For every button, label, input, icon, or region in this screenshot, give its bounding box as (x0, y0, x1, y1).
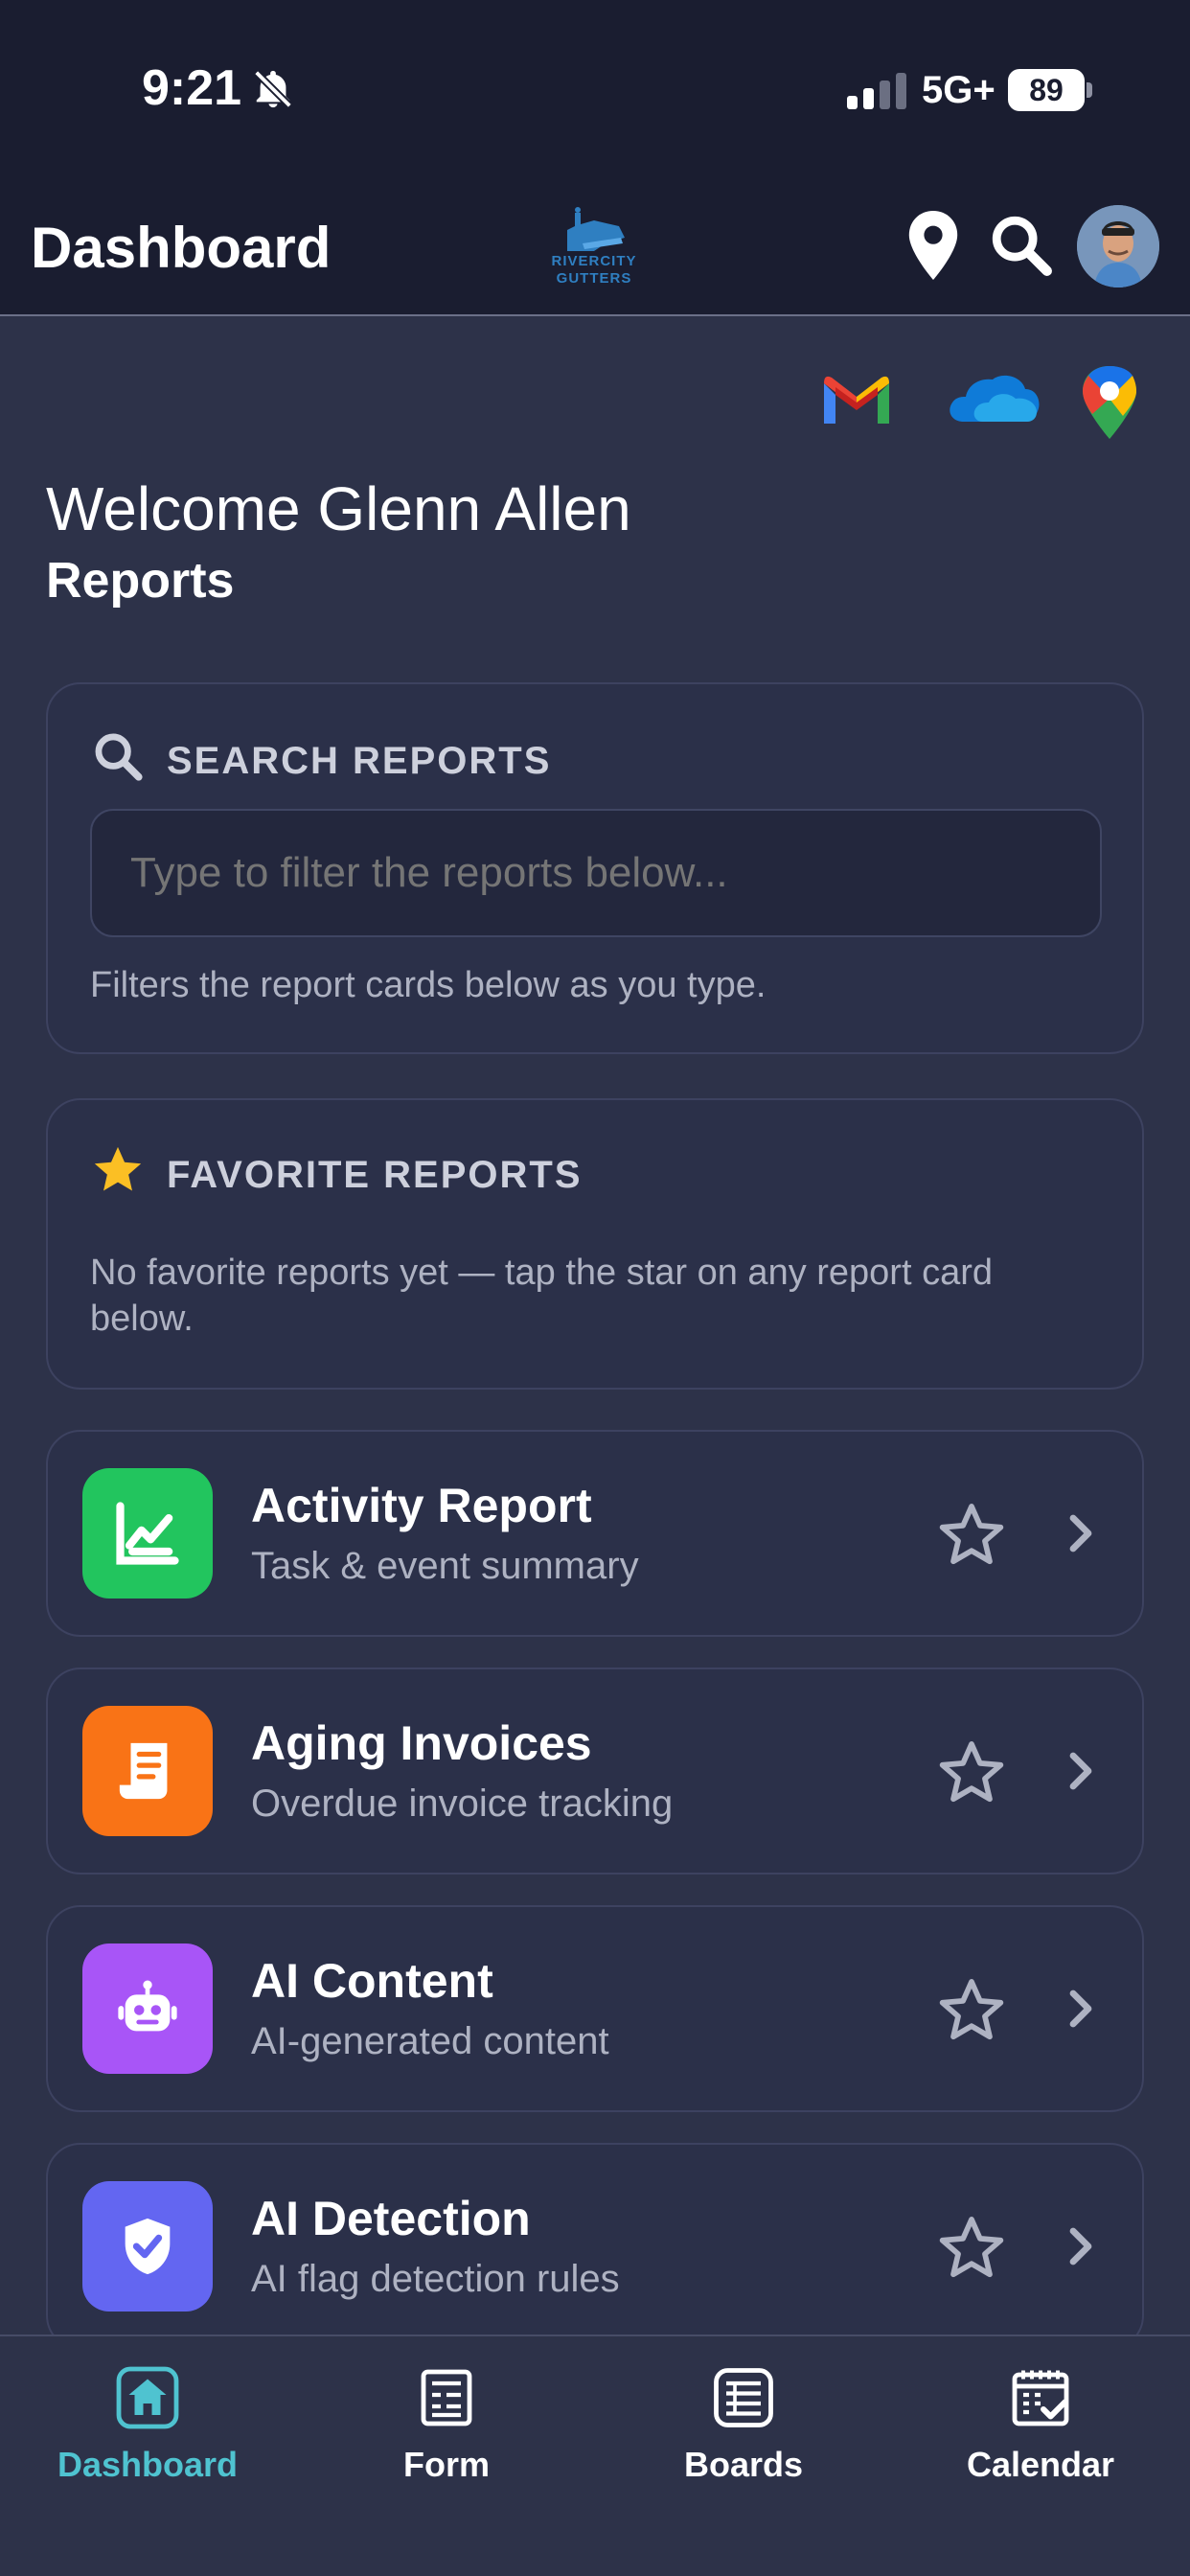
report-subtitle: Overdue invoice tracking (251, 1782, 674, 1825)
report-card-aging-invoices[interactable]: Aging Invoices Overdue invoice tracking (46, 1668, 1144, 1874)
app-header: Dashboard RIVERCITY GUTTERS (0, 172, 1190, 316)
report-title: AI Content (251, 1954, 493, 2008)
tab-boards[interactable]: Boards (629, 2363, 858, 2485)
favorite-star-icon[interactable] (935, 2212, 1008, 2289)
page-title: Dashboard (31, 216, 332, 280)
tab-label: Dashboard (57, 2445, 239, 2484)
network-type: 5G+ (922, 69, 995, 111)
robot-icon (82, 1944, 213, 2074)
battery-indicator: 89 (1008, 69, 1085, 111)
tab-label: Calendar (966, 2445, 1115, 2484)
search-hint: Filters the report cards below as you ty… (90, 965, 767, 1005)
report-card-ai-content[interactable]: AI Content AI-generated content (46, 1905, 1144, 2112)
chevron-right-icon[interactable] (1056, 2223, 1102, 2274)
bottom-tab-bar: Dashboard Form Boards Calendar (0, 2334, 1190, 2576)
logo-line-1: RIVERCITY (551, 253, 637, 269)
report-subtitle: AI flag detection rules (251, 2258, 620, 2300)
battery-level: 89 (1029, 72, 1064, 107)
favorite-reports-panel: FAVORITE REPORTS No favorite reports yet… (46, 1098, 1144, 1390)
tab-label: Form (403, 2445, 490, 2484)
shield-check-icon (82, 2181, 213, 2312)
calendar-icon (1006, 2370, 1075, 2436)
chevron-right-icon[interactable] (1056, 1748, 1102, 1799)
location-pin-icon[interactable] (904, 211, 962, 285)
logo-text: RIVERCITY GUTTERS (546, 253, 642, 288)
chevron-right-icon[interactable] (1056, 1510, 1102, 1561)
search-icon (90, 728, 146, 794)
user-avatar[interactable] (1077, 205, 1159, 288)
quick-links (822, 360, 1148, 448)
company-logo[interactable]: RIVERCITY GUTTERS (546, 205, 642, 291)
receipt-icon (82, 1706, 213, 1836)
report-filter-input[interactable] (90, 809, 1102, 937)
tab-label: Boards (683, 2445, 804, 2484)
report-title: AI Detection (251, 2192, 531, 2245)
favorite-star-icon[interactable] (935, 1736, 1008, 1814)
tab-dashboard[interactable]: Dashboard (33, 2363, 263, 2485)
bell-muted-icon (251, 67, 295, 116)
search-panel-header: SEARCH REPORTS (90, 728, 551, 794)
report-subtitle: Task & event summary (251, 1545, 639, 1587)
search-reports-panel: SEARCH REPORTS Filters the report cards … (46, 682, 1144, 1054)
boards-icon (709, 2368, 778, 2436)
welcome-message: Welcome Glenn Allen (46, 474, 631, 543)
tab-form[interactable]: Form (332, 2363, 561, 2485)
favorite-star-icon[interactable] (935, 1499, 1008, 1576)
status-time: 9:21 (142, 60, 242, 116)
home-icon (113, 2366, 182, 2436)
chevron-right-icon[interactable] (1056, 1986, 1102, 2036)
favorites-empty-text: No favorite reports yet — tap the star o… (90, 1253, 994, 1339)
favorite-star-icon[interactable] (935, 1974, 1008, 2052)
cellular-signal-icon (847, 71, 906, 109)
favorites-panel-header: FAVORITE REPORTS (90, 1142, 583, 1208)
search-panel-heading: SEARCH REPORTS (167, 739, 552, 782)
battery-tip (1087, 82, 1092, 98)
section-title: Reports (46, 553, 235, 609)
report-title: Aging Invoices (251, 1716, 592, 1770)
chart-line-icon (82, 1468, 213, 1598)
report-title: Activity Report (251, 1479, 592, 1532)
favorites-panel-heading: FAVORITE REPORTS (167, 1153, 583, 1196)
logo-mark-icon (567, 207, 625, 251)
tab-calendar[interactable]: Calendar (926, 2363, 1156, 2485)
status-bar: 9:21 5G+ 89 (0, 0, 1190, 172)
report-card-activity[interactable]: Activity Report Task & event summary (46, 1430, 1144, 1637)
gmail-icon[interactable] (824, 376, 889, 424)
report-card-ai-detection[interactable]: AI Detection AI flag detection rules (46, 2143, 1144, 2350)
logo-line-2: GUTTERS (556, 270, 632, 287)
onedrive-icon[interactable] (950, 375, 1040, 422)
report-subtitle: AI-generated content (251, 2020, 609, 2062)
star-filled-icon (90, 1142, 146, 1208)
form-icon (412, 2369, 481, 2436)
google-maps-icon[interactable] (1083, 366, 1136, 439)
search-icon[interactable] (987, 211, 1054, 283)
